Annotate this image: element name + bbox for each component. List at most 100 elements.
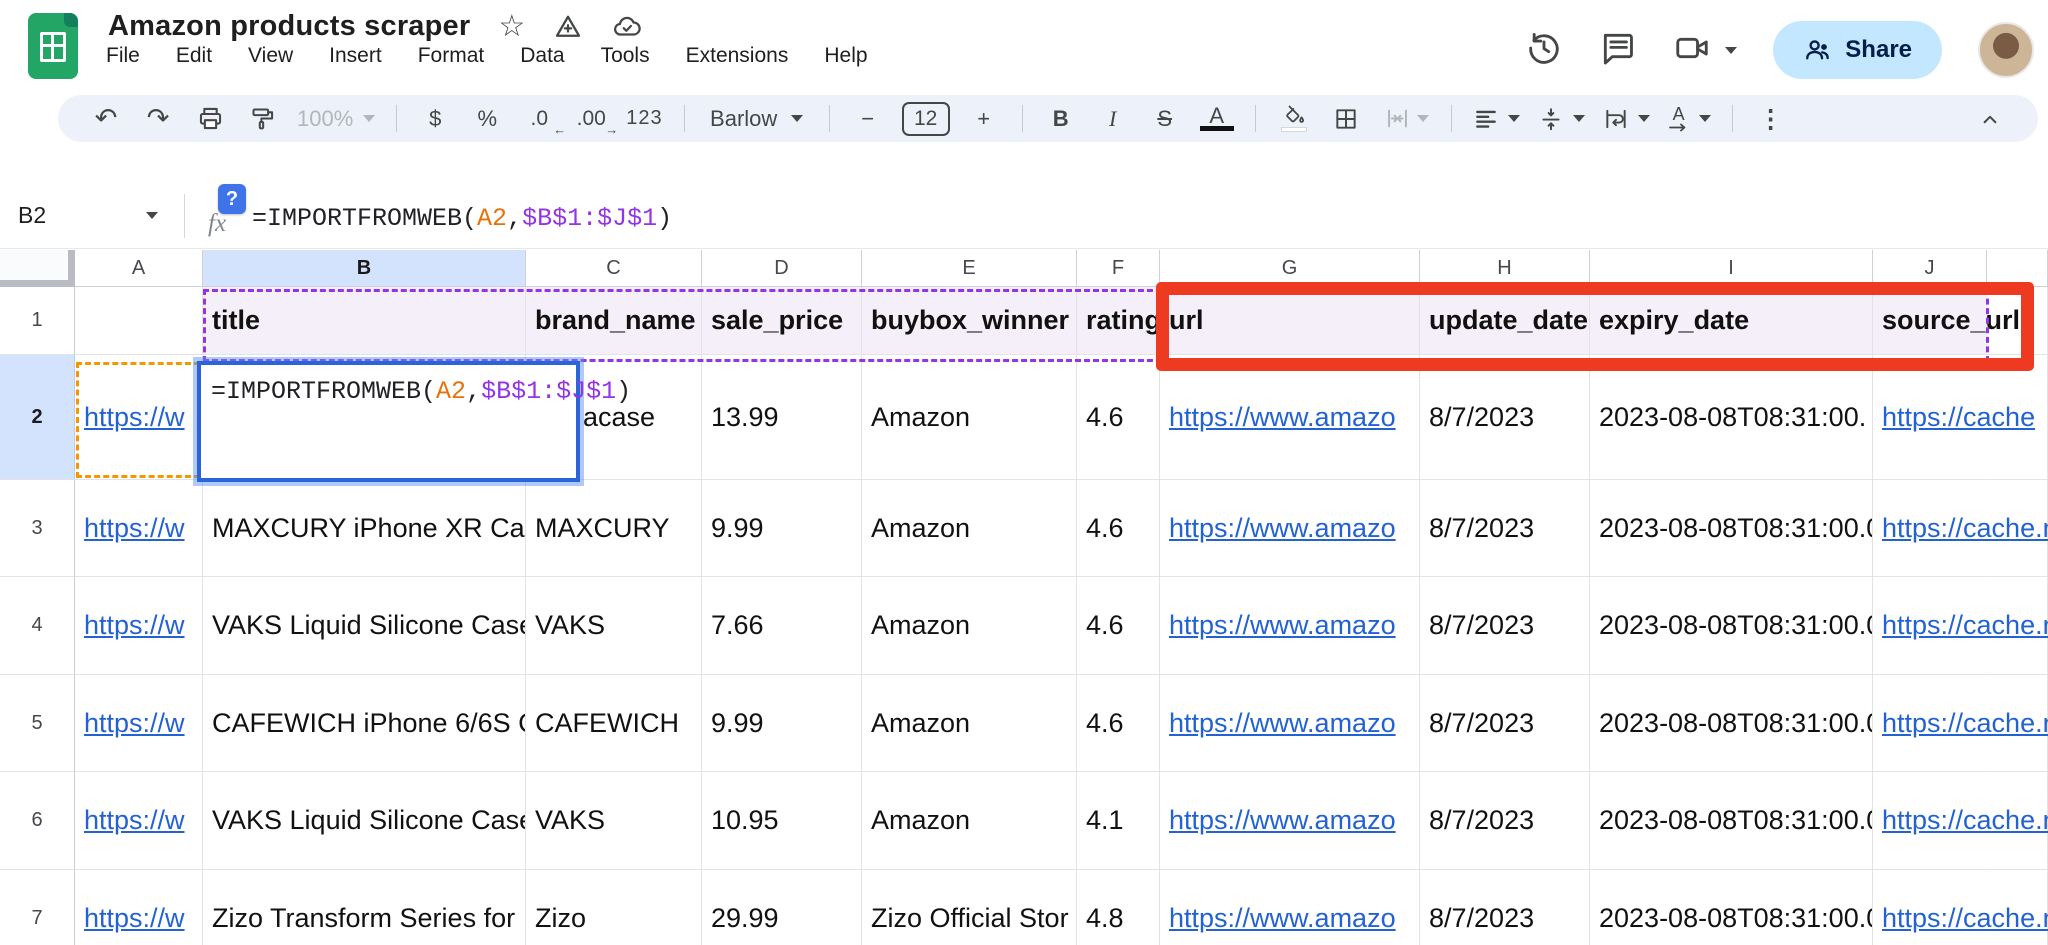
menu-tools[interactable]: Tools	[601, 44, 650, 68]
italic-button[interactable]: I	[1096, 106, 1130, 132]
star-icon[interactable]: ☆	[498, 12, 525, 42]
cell-H4[interactable]: 8/7/2023	[1420, 577, 1590, 675]
cell-F2[interactable]: 4.6	[1077, 355, 1160, 480]
print-icon[interactable]	[193, 105, 227, 132]
cell-G3[interactable]: https://www.amazo	[1160, 480, 1420, 577]
cell-E6[interactable]: Amazon	[862, 772, 1077, 870]
cell-J7[interactable]: https://cache.nd	[1873, 870, 1987, 945]
collapse-toolbar-icon[interactable]	[1973, 106, 2007, 132]
row-header-5[interactable]: 5	[0, 675, 75, 772]
increase-font-size-button[interactable]: +	[967, 106, 1001, 132]
user-avatar[interactable]	[1978, 22, 2034, 78]
comments-icon[interactable]	[1599, 29, 1637, 72]
cell-A1[interactable]	[75, 287, 203, 355]
redo-icon[interactable]: ↷	[141, 103, 175, 134]
format-currency-button[interactable]: $	[418, 106, 452, 132]
formula-input[interactable]: =IMPORTFROMWEB(A2,$B$1:$J$1)	[252, 204, 672, 233]
column-header-A[interactable]: A	[75, 250, 203, 287]
column-header-B[interactable]: B	[203, 250, 526, 287]
borders-button[interactable]	[1329, 106, 1363, 132]
menu-extensions[interactable]: Extensions	[686, 44, 789, 68]
cell-A6[interactable]: https://w	[75, 772, 203, 870]
menu-view[interactable]: View	[248, 44, 293, 68]
column-header-D[interactable]: D	[702, 250, 862, 287]
cell-G6[interactable]: https://www.amazo	[1160, 772, 1420, 870]
cell-B6[interactable]: VAKS Liquid Silicone Case	[203, 772, 526, 870]
format-percent-button[interactable]: %	[470, 106, 504, 132]
cell-A4[interactable]: https://w	[75, 577, 203, 675]
fill-color-button[interactable]	[1277, 105, 1311, 132]
row-header-7[interactable]: 7	[0, 870, 75, 945]
undo-icon[interactable]: ↶	[89, 103, 123, 134]
menu-data[interactable]: Data	[520, 44, 564, 68]
cell-B4[interactable]: VAKS Liquid Silicone Case	[203, 577, 526, 675]
cell-I2[interactable]: 2023-08-08T08:31:00.	[1590, 355, 1873, 480]
column-header-F[interactable]: F	[1077, 250, 1160, 287]
cell-D3[interactable]: 9.99	[702, 480, 862, 577]
paint-format-icon[interactable]	[245, 105, 279, 132]
cell-C5[interactable]: CAFEWICH	[526, 675, 702, 772]
meet-video-icon[interactable]	[1673, 29, 1711, 72]
row-header-1[interactable]: 1	[0, 287, 75, 355]
cell-F5[interactable]: 4.6	[1077, 675, 1160, 772]
cell-I3[interactable]: 2023-08-08T08:31:00.000	[1590, 480, 1873, 577]
formula-help-badge[interactable]: ?	[218, 184, 246, 214]
cell-B3[interactable]: MAXCURY iPhone XR Case	[203, 480, 526, 577]
strikethrough-button[interactable]: S	[1148, 106, 1182, 132]
cell-A3[interactable]: https://w	[75, 480, 203, 577]
menu-edit[interactable]: Edit	[176, 44, 212, 68]
row-header-2[interactable]: 2	[0, 355, 75, 480]
cell-J6[interactable]: https://cache.nd	[1873, 772, 1987, 870]
cell-H5[interactable]: 8/7/2023	[1420, 675, 1590, 772]
text-rotation-button[interactable]: A	[1668, 105, 1711, 132]
cell-H7[interactable]: 8/7/2023	[1420, 870, 1590, 945]
cell-G7[interactable]: https://www.amazo	[1160, 870, 1420, 945]
cell-D5[interactable]: 9.99	[702, 675, 862, 772]
document-status-cloud-icon[interactable]	[611, 12, 643, 42]
cell-G5[interactable]: https://www.amazo	[1160, 675, 1420, 772]
cell-A7[interactable]: https://w	[75, 870, 203, 945]
cell-J3[interactable]: https://cache.nd	[1873, 480, 1987, 577]
cell-H3[interactable]: 8/7/2023	[1420, 480, 1590, 577]
decrease-decimal-button[interactable]: .0←	[522, 107, 556, 131]
more-options-button[interactable]: ⋮	[1754, 104, 1788, 134]
cell-C6[interactable]: VAKS	[526, 772, 702, 870]
cell-E4[interactable]: Amazon	[862, 577, 1077, 675]
column-header-C[interactable]: C	[526, 250, 702, 287]
cell-E3[interactable]: Amazon	[862, 480, 1077, 577]
increase-decimal-button[interactable]: .00→	[574, 107, 608, 131]
sheets-logo[interactable]	[28, 13, 78, 79]
cell-F4[interactable]: 4.6	[1077, 577, 1160, 675]
cell-B5[interactable]: CAFEWICH iPhone 6/6S C	[203, 675, 526, 772]
cell-I7[interactable]: 2023-08-08T08:31:00.000	[1590, 870, 1873, 945]
share-button[interactable]: Share	[1773, 21, 1942, 79]
cell-J5[interactable]: https://cache.nd	[1873, 675, 1987, 772]
zoom-control[interactable]: 100%	[297, 106, 375, 132]
row-header-4[interactable]: 4	[0, 577, 75, 675]
cell-F6[interactable]: 4.1	[1077, 772, 1160, 870]
cell-editor-B2[interactable]: =IMPORTFROMWEB(A2,$B$1:$J$1)	[197, 361, 580, 482]
cell-I6[interactable]: 2023-08-08T08:31:00.000	[1590, 772, 1873, 870]
cell-H2[interactable]: 8/7/2023	[1420, 355, 1590, 480]
meet-dropdown-caret[interactable]	[1725, 47, 1737, 54]
cell-I4[interactable]: 2023-08-08T08:31:00.000	[1590, 577, 1873, 675]
number-format-button[interactable]: 123	[626, 107, 662, 130]
font-size-input[interactable]: 12	[902, 102, 950, 136]
cell-J4[interactable]: https://cache.nd	[1873, 577, 1987, 675]
text-wrap-button[interactable]	[1603, 106, 1650, 132]
menu-format[interactable]: Format	[418, 44, 485, 68]
cell-E5[interactable]: Amazon	[862, 675, 1077, 772]
version-history-icon[interactable]	[1525, 29, 1563, 72]
cell-D6[interactable]: 10.95	[702, 772, 862, 870]
document-title[interactable]: Amazon products scraper	[108, 10, 470, 43]
name-box-caret[interactable]	[146, 212, 158, 219]
row-header-3[interactable]: 3	[0, 480, 75, 577]
cell-C4[interactable]: VAKS	[526, 577, 702, 675]
cell-E7[interactable]: Zizo Official Stor	[862, 870, 1077, 945]
vertical-align-button[interactable]	[1538, 106, 1585, 132]
cell-B7[interactable]: Zizo Transform Series for	[203, 870, 526, 945]
decrease-font-size-button[interactable]: −	[851, 106, 885, 132]
cell-D7[interactable]: 29.99	[702, 870, 862, 945]
cell-J2[interactable]: https://cache	[1873, 355, 1987, 480]
cell-A5[interactable]: https://w	[75, 675, 203, 772]
